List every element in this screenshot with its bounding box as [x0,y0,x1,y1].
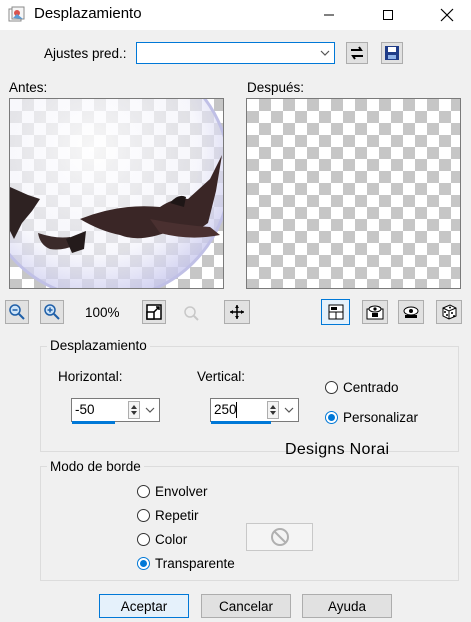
radio-centered[interactable]: Centrado [325,380,399,395]
color-swatch-disabled [246,523,313,551]
before-preview[interactable] [9,98,224,289]
fit-preview-button[interactable] [142,300,166,324]
radio-circle-selected [325,411,338,424]
save-preset-button[interactable] [381,42,403,64]
zoom-in-icon [44,304,60,320]
radio-repeat-label: Repetir [155,508,199,523]
radio-circle [325,381,338,394]
toggle-preview-button[interactable] [321,299,350,325]
radio-circle [137,533,150,546]
radio-centered-label: Centrado [343,380,399,395]
radio-custom-label: Personalizar [343,410,419,425]
radio-circle [137,509,150,522]
vertical-label: Vertical: [197,369,246,384]
no-color-icon [270,528,289,546]
maximize-icon [383,10,393,20]
spin-arrows-icon [270,405,276,415]
chevron-down-icon[interactable] [281,401,297,419]
radio-wrap[interactable]: Envolver [137,484,208,499]
minimize-icon [324,14,334,16]
vertical-spinner[interactable] [267,401,279,419]
minimize-button[interactable] [306,0,352,30]
chevron-down-icon[interactable] [142,401,158,419]
chevron-down-icon[interactable] [317,44,333,62]
vertical-offset-value: 250 [214,402,237,417]
close-icon [440,8,454,22]
preview-on-image-button[interactable] [362,300,388,324]
maximize-button[interactable] [365,0,411,30]
before-label: Antes: [9,80,48,95]
radio-circle [137,485,150,498]
watermark-text: Designs Norai [285,441,390,458]
proof-button-disabled [180,302,202,324]
presets-label: Ajustes pred.: [44,46,127,61]
horizontal-offset-input[interactable]: -50 [71,398,160,424]
presets-combobox[interactable] [136,42,335,64]
split-preview-icon [328,304,343,320]
radio-circle-selected [137,557,150,570]
ok-button[interactable]: Aceptar [99,594,189,618]
after-label: Después: [247,80,305,95]
disabled-zoom-icon [184,306,199,321]
move-arrows-icon [230,305,244,319]
app-icon [8,6,25,22]
horizontal-slider-bar[interactable] [72,421,115,424]
vertical-offset-input[interactable]: 250 [210,398,299,424]
zoom-out-button[interactable] [5,300,29,324]
eye-icon [403,306,419,318]
bats-image [10,99,223,288]
eye-window-icon [366,305,384,320]
radio-wrap-label: Envolver [155,484,208,499]
zoom-in-button[interactable] [40,300,64,324]
horizontal-spinner[interactable] [128,401,140,419]
pan-button[interactable] [224,300,250,324]
reset-presets-button[interactable] [346,42,368,64]
close-button[interactable] [424,0,470,30]
offset-group-title: Desplazamiento [47,338,150,353]
radio-color[interactable]: Color [137,532,187,547]
cancel-button[interactable]: Cancelar [201,594,291,618]
after-preview[interactable] [246,98,461,289]
dice-icon [442,304,457,320]
horizontal-label: Horizontal: [58,369,123,384]
radio-transparent[interactable]: Transparente [137,556,235,571]
radio-custom[interactable]: Personalizar [325,410,418,425]
auto-proof-button[interactable] [398,300,424,324]
floppy-disk-icon [385,46,399,60]
spin-arrows-icon [131,405,137,415]
resize-frame-icon [146,304,162,320]
swap-arrows-icon [351,46,363,60]
radio-transparent-label: Transparente [155,556,235,571]
zoom-out-icon [9,304,25,320]
help-button[interactable]: Ayuda [302,594,392,618]
window-title: Desplazamiento [34,5,142,22]
vertical-slider-bar[interactable] [211,421,271,424]
radio-repeat[interactable]: Repetir [137,508,199,523]
edge-mode-group-title: Modo de borde [47,459,144,474]
radio-color-label: Color [155,532,188,547]
randomize-button[interactable] [436,300,462,324]
horizontal-offset-value: -50 [75,402,95,417]
zoom-level: 100% [85,305,120,320]
text-cursor [236,402,237,418]
